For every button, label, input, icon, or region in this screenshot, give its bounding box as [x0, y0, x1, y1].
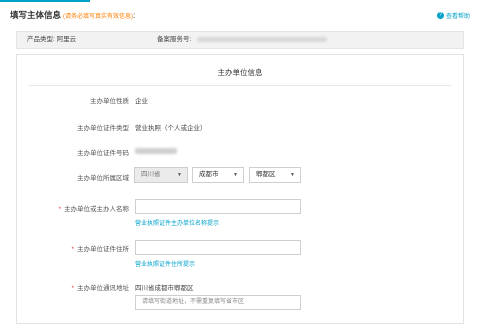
address-label: * 主办单位证件住所: [17, 243, 129, 253]
page-note: (请务必填写真实有效信息): [63, 14, 134, 20]
required-mark: *: [58, 206, 61, 213]
street-address-input[interactable]: 请填写街道地址，不需重复填写省市区: [135, 295, 301, 310]
city-value: 成都市: [199, 171, 219, 178]
chevron-down-icon: ▼: [177, 172, 182, 178]
help-link-label: 查看帮助: [445, 14, 470, 20]
page-header: 填写主体信息 (请务必填写真实有效信息): ? 查看帮助: [10, 9, 470, 23]
district-select[interactable]: 郫都区 ▼: [249, 167, 301, 183]
required-mark: *: [71, 246, 74, 253]
nature-value: 企业: [135, 98, 148, 105]
mail-address-prefix: 四川省成都市郫都区: [135, 285, 194, 292]
province-value: 四川省: [141, 171, 161, 178]
page-title: 填写主体信息: [10, 10, 62, 20]
address-label-text: 主办单位证件住所: [77, 246, 129, 253]
product-type: 产品类型: 阿里云: [27, 36, 77, 43]
chevron-down-icon: ▼: [233, 172, 238, 178]
help-link[interactable]: ? 查看帮助: [436, 11, 470, 20]
service-number: 备案服务号:: [157, 32, 328, 48]
name-label: * 主办单位或主办人名称: [17, 203, 129, 213]
product-info-bar: 产品类型: 阿里云 备案服务号:: [16, 31, 464, 49]
section-title: 主办单位信息: [217, 68, 263, 77]
cert-type-value: 营业执照（个人或企业）: [135, 125, 207, 132]
active-tab-indicator: [0, 0, 90, 2]
section-divider: [29, 85, 451, 86]
form-panel: 主办单位信息 主办单位性质 企业 主办单位证件类型 营业执照（个人或企业） 主办…: [16, 54, 464, 324]
redacted-service-number: [197, 36, 328, 42]
name-hint-link[interactable]: 营业执照证件主办单位名称提示: [135, 218, 219, 227]
nature-label: 主办单位性质: [90, 98, 129, 105]
cert-type-label: 主办单位证件类型: [77, 125, 129, 132]
region-label: 主办单位所属区域: [77, 175, 129, 182]
province-select: 四川省 ▼: [134, 167, 188, 183]
cert-number-label: 主办单位证件号码: [77, 150, 129, 157]
mail-address-label: * 主办单位通讯地址: [17, 282, 129, 292]
chevron-down-icon: ▼: [290, 172, 295, 178]
address-hint-link[interactable]: 营业执照证件住所提示: [135, 259, 195, 268]
address-input[interactable]: [135, 240, 301, 255]
redacted-cert-number: [135, 148, 177, 154]
title-colon: :: [133, 11, 136, 20]
city-select[interactable]: 成都市 ▼: [192, 167, 244, 183]
question-icon: ?: [436, 12, 444, 19]
service-number-label: 备案服务号:: [157, 36, 192, 43]
name-input[interactable]: [135, 199, 301, 214]
district-value: 郫都区: [256, 171, 276, 178]
mail-address-label-text: 主办单位通讯地址: [77, 285, 129, 292]
required-mark: *: [71, 285, 74, 292]
name-label-text: 主办单位或主办人名称: [64, 206, 129, 213]
